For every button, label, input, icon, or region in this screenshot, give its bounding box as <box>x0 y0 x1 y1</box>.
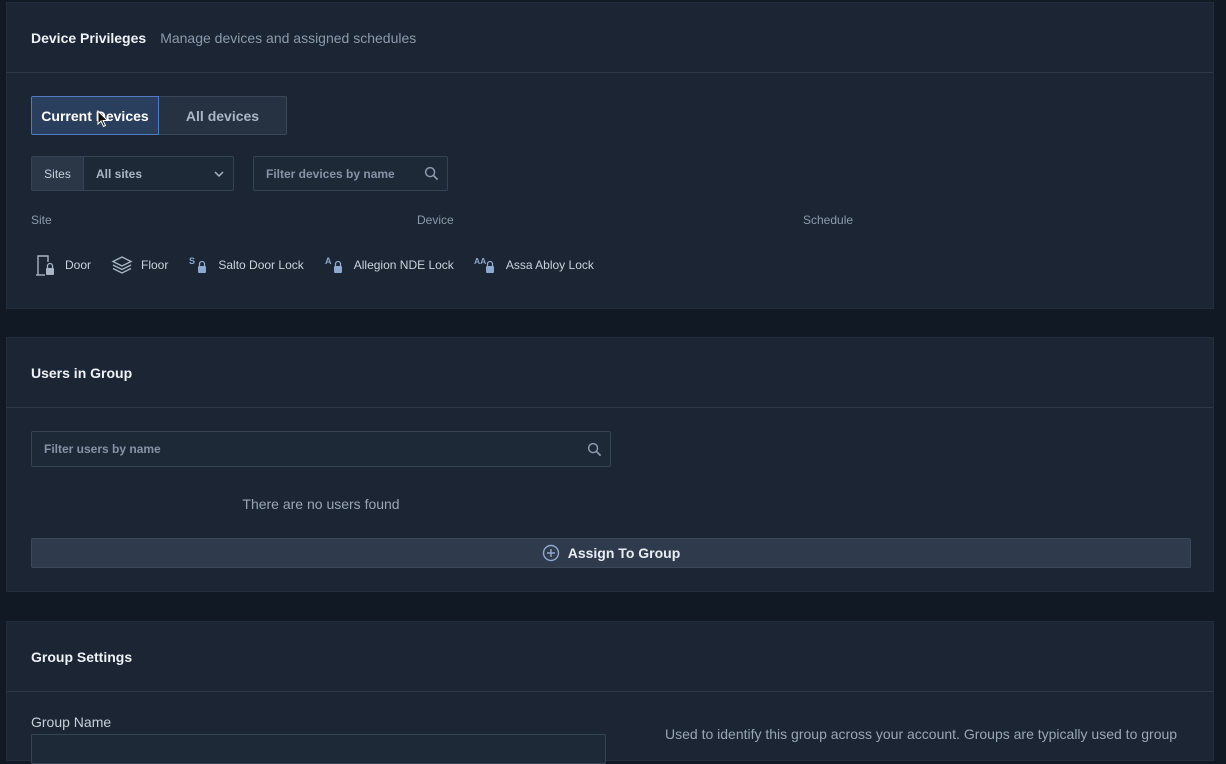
users-in-group-header: Users in Group <box>7 338 1213 408</box>
column-device: Device <box>417 213 454 227</box>
group-settings-header: Group Settings <box>7 622 1213 692</box>
all-devices-tab[interactable]: All devices <box>159 96 287 135</box>
group-name-input[interactable] <box>31 734 606 764</box>
device-view-toggle: Current Devices All devices <box>31 96 287 135</box>
legend-label-assa-abloy: Assa Abloy Lock <box>505 258 594 272</box>
device-privileges-title: Device Privileges <box>31 29 147 46</box>
legend-item-floor: Floor <box>111 255 168 275</box>
svg-text:A: A <box>325 256 332 266</box>
no-users-message: There are no users found <box>7 496 1215 512</box>
group-name-help-text: Used to identify this group across your … <box>665 726 1178 742</box>
legend-label-door: Door <box>65 258 92 272</box>
legend-label-salto: Salto Door Lock <box>218 258 304 272</box>
column-site: Site <box>31 213 52 227</box>
users-in-group-panel: Users in Group Filter users by name Ther… <box>6 337 1214 592</box>
group-settings-title: Group Settings <box>31 648 133 665</box>
sites-label: Sites <box>32 157 84 190</box>
group-settings-panel: Group Settings Group Name Used to identi… <box>6 621 1214 764</box>
search-icon <box>587 442 602 456</box>
search-icon <box>424 166 439 181</box>
device-privileges-header: Device Privileges Manage devices and ass… <box>7 3 1213 73</box>
device-filter-placeholder: Filter devices by name <box>266 166 395 181</box>
no-users-text: There are no users found <box>242 496 400 512</box>
legend-label-floor: Floor <box>141 258 169 272</box>
sites-selected-value: All sites <box>96 166 143 181</box>
current-devices-tab[interactable]: Current Devices <box>31 96 159 135</box>
sites-select[interactable]: All sites <box>84 157 233 190</box>
svg-text:AA: AA <box>474 256 486 266</box>
legend-item-assa-abloy: AA Assa Abloy Lock <box>474 255 594 275</box>
layers-icon <box>111 256 133 274</box>
device-filter-input[interactable]: Filter devices by name <box>253 156 448 191</box>
users-in-group-title: Users in Group <box>31 364 133 381</box>
legend-item-salto: S Salto Door Lock <box>188 255 304 275</box>
plus-circle-icon <box>542 544 559 562</box>
legend-item-door: Door <box>35 253 91 277</box>
device-privileges-panel: Device Privileges Manage devices and ass… <box>6 2 1214 309</box>
chevron-down-icon <box>214 170 224 177</box>
door-lock-icon <box>36 255 54 276</box>
salto-lock-icon: S <box>189 256 207 273</box>
allegion-lock-icon: A <box>325 256 342 273</box>
column-schedule: Schedule <box>803 213 854 227</box>
user-filter-input[interactable]: Filter users by name <box>31 431 611 467</box>
assa-abloy-lock-icon: AA <box>474 256 494 273</box>
assign-to-group-label: Assign To Group <box>567 545 681 561</box>
sites-filter: Sites All sites <box>31 156 234 191</box>
device-privileges-subtitle: Manage devices and assigned schedules <box>160 29 417 46</box>
legend-item-allegion: A Allegion NDE Lock <box>324 255 454 275</box>
device-type-legend: Door Floor S Salto Door Lock A Allegion … <box>35 253 614 277</box>
mouse-cursor-icon <box>97 110 109 128</box>
user-filter-placeholder: Filter users by name <box>44 442 161 456</box>
svg-text:S: S <box>189 256 195 266</box>
assign-to-group-button[interactable]: Assign To Group <box>31 538 1191 568</box>
group-name-label: Group Name <box>31 714 112 730</box>
legend-label-allegion: Allegion NDE Lock <box>353 258 454 272</box>
